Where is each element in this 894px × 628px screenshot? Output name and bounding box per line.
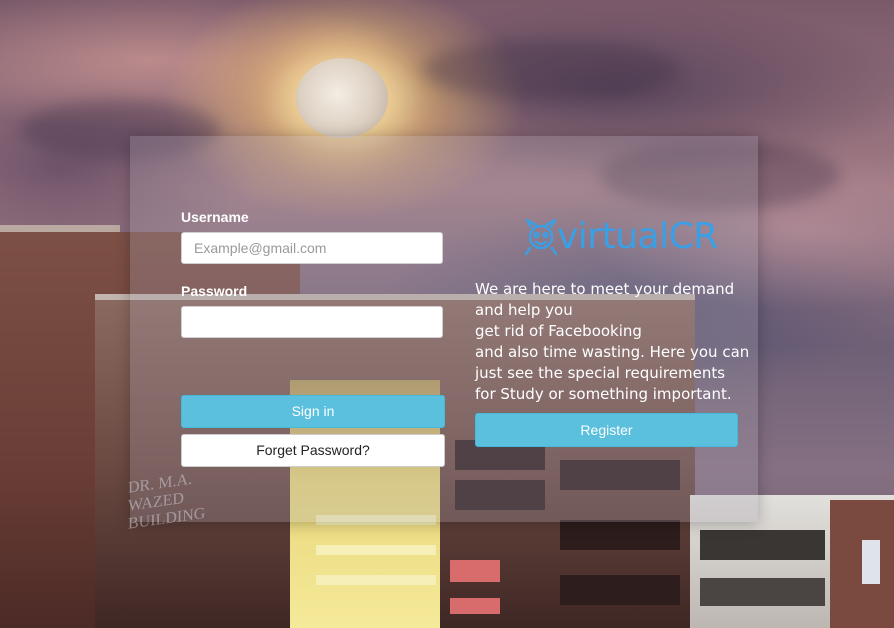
description-line: and help you bbox=[475, 301, 573, 319]
moon-image bbox=[296, 58, 388, 138]
description-line: get rid of Facebooking bbox=[475, 322, 642, 340]
building-window bbox=[316, 575, 436, 585]
building-window bbox=[862, 540, 880, 584]
building-window bbox=[316, 545, 436, 555]
description-line: just see the special requirements bbox=[475, 364, 726, 382]
description-line: for Study or something important. bbox=[475, 385, 732, 403]
virtualcr-logo: virtualCR bbox=[523, 214, 723, 260]
building-window bbox=[450, 598, 500, 614]
forgot-password-button[interactable]: Forget Password? bbox=[181, 434, 445, 467]
login-panel: Username Password Sign in Forget Passwor… bbox=[130, 136, 758, 522]
mascot-icon bbox=[524, 218, 558, 256]
username-input[interactable] bbox=[181, 232, 443, 264]
building-window bbox=[560, 520, 680, 550]
cloud bbox=[420, 40, 680, 100]
username-label: Username bbox=[181, 209, 249, 225]
description-text: We are here to meet your demand and help… bbox=[475, 279, 750, 405]
password-input[interactable] bbox=[181, 306, 443, 338]
register-button[interactable]: Register bbox=[475, 413, 738, 447]
description-line: and also time wasting. Here you can bbox=[475, 343, 750, 361]
password-label: Password bbox=[181, 283, 248, 299]
building-balcony bbox=[700, 578, 825, 606]
building-window bbox=[450, 560, 500, 582]
description-line: We are here to meet your demand bbox=[475, 280, 735, 298]
brand-name: virtualCR bbox=[557, 216, 718, 257]
sign-in-button[interactable]: Sign in bbox=[181, 395, 445, 428]
building-window bbox=[700, 530, 825, 560]
building-window bbox=[560, 575, 680, 605]
